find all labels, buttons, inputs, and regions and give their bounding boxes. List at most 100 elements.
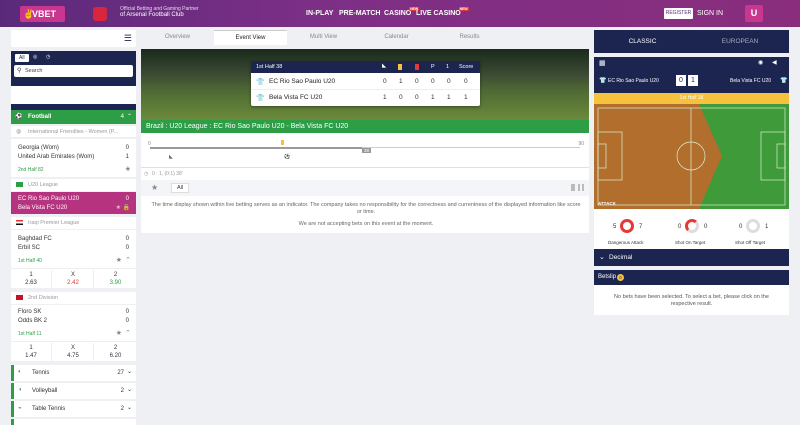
tab-results[interactable]: Results — [433, 30, 506, 45]
betslip-header[interactable]: Betslip 0 — [594, 270, 789, 285]
match-timeline: 0 90 38 ◣ ⚽ — [141, 133, 589, 167]
filter-bar: ☰ — [11, 30, 136, 47]
match-item[interactable]: Baghdad FC Erbil SC 0 0 1st Half 40 ★ ⌃ — [11, 230, 136, 268]
football-icon: ⚽ — [15, 114, 23, 120]
odds-style-tabs: CLASSIC EUROPEAN — [594, 30, 789, 53]
stat-ring-icon — [685, 219, 699, 233]
volleyball-icon: ◑ — [18, 387, 22, 393]
odds-button-x[interactable]: X 4.75 — [53, 343, 94, 361]
vbet-logo[interactable]: ✌VBET — [20, 6, 65, 22]
layout-double-icon[interactable] — [578, 184, 584, 191]
odds-button-2[interactable]: 2 3.90 — [95, 270, 136, 288]
odds-row: 1 1.47 X 4.75 2 6.20 — [11, 341, 136, 361]
odds-button-1[interactable]: 1 1.47 — [11, 343, 52, 361]
corner-event-icon: ◣ — [169, 154, 173, 160]
nav-pre-match[interactable]: PRE-MATCH — [339, 10, 380, 17]
search-input[interactable]: Search — [25, 68, 42, 74]
top-header: ✌VBET Official Betting and Gaming Partne… — [0, 0, 800, 27]
favourite-star-icon[interactable]: ★ — [116, 329, 122, 337]
brazil-flag-icon — [16, 182, 23, 187]
match-stats: 5 7 Dangerous Attack 0 0 Shot On Target … — [594, 209, 789, 249]
sport-volleyball[interactable]: ◑ Volleyball 2 ⌄ — [11, 383, 136, 399]
favourite-star-icon[interactable]: ★ — [125, 165, 131, 173]
layout-single-icon[interactable] — [571, 184, 575, 191]
betslip-empty-message: No bets have been selected. To select a … — [594, 285, 789, 315]
sport-item-partial[interactable] — [11, 419, 136, 425]
league-header[interactable]: 2nd Division — [11, 292, 136, 304]
tab-event-view[interactable]: Event View — [214, 30, 287, 45]
league-header[interactable]: Iraqi Premier League — [11, 217, 136, 229]
match-item[interactable]: Georgia (Wom) United Arab Emirates (Wom)… — [11, 139, 136, 177]
tab-calendar[interactable]: Calendar — [360, 30, 433, 45]
away-shirt-icon: 👕 — [780, 78, 788, 84]
odds-format-select[interactable]: ⌄ Decimal — [594, 249, 789, 266]
user-menu-icon[interactable]: U — [745, 5, 763, 22]
event-title-bar: Brazil : U20 League : EC Rio Sao Paulo U… — [141, 120, 589, 133]
norway-flag-icon — [16, 295, 23, 300]
globe-icon: ◍ — [16, 129, 22, 135]
pitch-view-icon[interactable]: ▦ — [599, 59, 606, 67]
favourite-markets-icon[interactable]: ★ — [151, 183, 158, 192]
stat-ring-icon — [620, 219, 634, 233]
v-logo-icon: ✌ — [23, 9, 35, 19]
partner-text: Official Betting and Gaming Partner of Ar… — [120, 6, 199, 18]
chevron-up-icon: ⌃ — [126, 114, 132, 120]
prematch-filter-icon[interactable]: ◷ — [46, 54, 50, 60]
market-filter-all[interactable]: All — [171, 183, 190, 193]
collapse-panel-icon[interactable]: ☰ — [124, 33, 132, 44]
not-accepting-notice: We are not accepting bets on this event … — [298, 221, 434, 227]
favourite-star-icon[interactable]: ★ — [116, 204, 121, 211]
iraq-flag-icon — [16, 220, 23, 225]
chevron-down-icon: ⌄ — [126, 369, 132, 375]
sport-tennis[interactable]: ◐ Tennis 27 ⌄ — [11, 365, 136, 381]
odds-button-1[interactable]: 1 2.63 — [11, 270, 52, 288]
period-bar: 1st Half 38 — [594, 93, 789, 104]
favourite-star-icon[interactable]: ★ — [116, 256, 122, 264]
league-header[interactable]: U20 League — [11, 179, 136, 191]
attack-label: ATTACK — [598, 201, 616, 206]
sport-football[interactable]: ⚽ Football 4 ⌃ — [11, 110, 136, 124]
market-filter-bar: ★ All — [141, 180, 589, 196]
live-filter-icon[interactable]: ◎ — [33, 54, 37, 60]
favourites-row[interactable]: ★ Favourites 0 ⌄ — [11, 86, 136, 104]
filter-all-tab[interactable]: All — [15, 54, 29, 62]
lock-icon: 🔒 — [122, 205, 130, 211]
chevron-up-icon[interactable]: ⌃ — [125, 256, 131, 264]
away-shirt-icon: 👕 — [256, 95, 265, 102]
scoreboard-home-row: 👕 EC Rio Sao Paulo U20 0 1 0 0 0 0 — [251, 74, 480, 90]
sound-icon[interactable]: ◀ — [772, 59, 777, 66]
pitch-tracker: ATTACK — [594, 104, 789, 209]
timeline-marker: 38 — [362, 148, 372, 153]
odds-button-x[interactable]: X 2.42 — [53, 270, 94, 288]
odds-button-2[interactable]: 2 6.20 — [95, 343, 136, 361]
table-tennis-icon: ◒ — [18, 405, 22, 411]
live-tracker-header: ▦ ◉ ◀ 👕 EC Rio Sao Paulo U20 0 1 Bela Vi… — [594, 57, 789, 93]
scoreboard-away-row: 👕 Bela Vista FC U20 1 0 0 1 1 1 — [256, 94, 468, 102]
sign-in-button[interactable]: SIGN IN — [697, 10, 723, 17]
live-time-notice: The time display shown within live betti… — [151, 202, 581, 215]
odds-row: 1 2.63 X 2.42 2 3.90 — [11, 268, 136, 288]
match-item-selected[interactable]: EC Rio Sao Paulo U20 Bela Vista FC U20 0… — [11, 192, 136, 214]
yellow-card-icon — [398, 64, 402, 70]
match-item[interactable]: Floro SK Odds BK 2 0 0 1st Half 11 ★ ⌃ — [11, 305, 136, 341]
tab-multi-view[interactable]: Multi View — [287, 30, 360, 45]
visibility-icon[interactable]: ◉ — [758, 59, 763, 66]
tab-overview[interactable]: Overview — [141, 30, 214, 45]
goal-event-icon: ⚽ — [284, 154, 291, 160]
betslip-count-badge: 0 — [617, 274, 624, 281]
home-shirt-icon: 👕 — [256, 79, 265, 86]
stat-ring-icon — [746, 219, 760, 233]
sport-table-tennis[interactable]: ◒ Table Tennis 2 ⌄ — [11, 401, 136, 417]
chevron-down-icon: ⌄ — [126, 405, 132, 411]
chevron-up-icon[interactable]: ⌃ — [125, 329, 131, 337]
league-header[interactable]: ◍ International Friendlies - Women (P... — [11, 126, 136, 138]
nav-live-casino[interactable]: LIVE CASINO NEW — [416, 7, 469, 17]
center-tabs: Overview Event View Multi View Calendar … — [141, 30, 589, 45]
nav-casino[interactable]: CASINO NEW — [384, 7, 420, 17]
nav-in-play[interactable]: IN-PLAY — [306, 10, 333, 17]
tab-european[interactable]: EUROPEAN — [691, 30, 789, 53]
tab-classic[interactable]: CLASSIC — [594, 30, 691, 53]
pitch-graphic — [594, 104, 786, 209]
search-box[interactable]: ⚲ Search — [14, 65, 133, 77]
register-button[interactable]: REGISTER — [664, 8, 693, 19]
